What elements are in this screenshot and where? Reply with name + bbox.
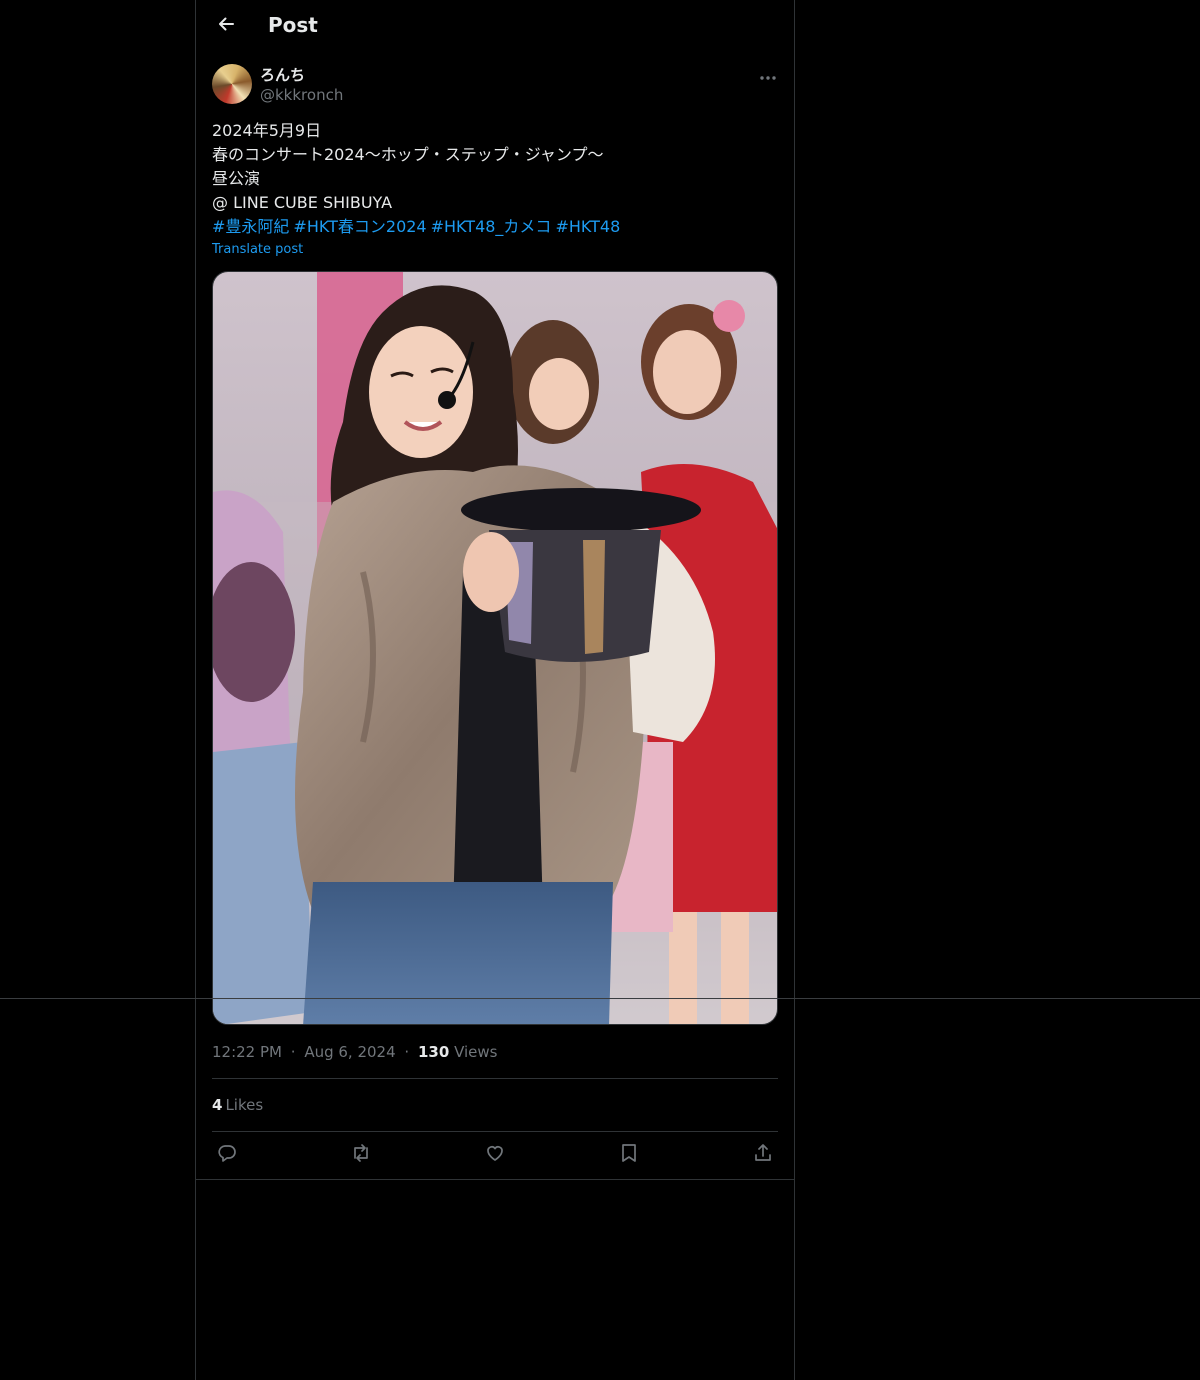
repost-button[interactable]: [346, 1140, 376, 1170]
author-handle[interactable]: @kkkronch: [260, 86, 343, 104]
reply-button[interactable]: [212, 1140, 242, 1170]
post-line-date: 2024年5月9日: [212, 121, 322, 140]
hashtag-list: #豊永阿紀 #HKT春コン2024 #HKT48_カメコ #HKT48: [212, 215, 778, 239]
bookmark-button[interactable]: [614, 1140, 644, 1170]
translate-post-link[interactable]: Translate post: [212, 242, 303, 257]
divider: [212, 1131, 778, 1132]
repost-icon: [350, 1143, 372, 1167]
meta-separator: ·: [290, 1043, 296, 1061]
likes-count: 4: [212, 1096, 223, 1114]
divider: [196, 1179, 794, 1180]
post-line-show: 昼公演: [212, 169, 261, 188]
divider: [212, 1078, 778, 1079]
divider: [0, 998, 1200, 999]
share-button[interactable]: [748, 1140, 778, 1170]
bookmark-icon: [620, 1143, 638, 1167]
page-title: Post: [268, 13, 318, 37]
post-photo[interactable]: [212, 271, 778, 1025]
post-text: 2024年5月9日 春のコンサート2024〜ホップ・ステップ・ジャンプ〜 昼公演…: [212, 119, 778, 239]
meta-separator: ·: [404, 1043, 410, 1061]
author-name[interactable]: ろんち: [260, 64, 305, 85]
views-label: Views: [454, 1043, 498, 1061]
hashtag-link[interactable]: #HKT春コン2024: [293, 217, 426, 236]
post-date[interactable]: Aug 6, 2024: [304, 1043, 395, 1061]
back-button[interactable]: [208, 8, 244, 44]
post-meta: 12:22 PM · Aug 6, 2024 · 130 Views: [212, 1043, 498, 1061]
views-count: 130: [417, 1043, 450, 1061]
hashtag-link[interactable]: #HKT48: [555, 217, 620, 236]
arrow-left-icon: [216, 14, 236, 38]
like-button[interactable]: [480, 1140, 510, 1170]
action-bar: [212, 1140, 778, 1170]
post-column: Post ろんち @kkkronch 2024年5月9日 春のコンサート2024…: [195, 0, 795, 1380]
post-header: Post: [196, 0, 794, 54]
post-line-concert: 春のコンサート2024〜ホップ・ステップ・ジャンプ〜: [212, 145, 604, 164]
more-dots-icon: [759, 66, 777, 85]
share-icon: [753, 1143, 773, 1167]
likes-summary[interactable]: 4 Likes: [212, 1096, 263, 1114]
hashtag-link[interactable]: #HKT48_カメコ: [431, 217, 552, 236]
avatar[interactable]: [212, 64, 252, 104]
hashtag-link[interactable]: #豊永阿紀: [212, 217, 289, 236]
post-time[interactable]: 12:22 PM: [212, 1043, 282, 1061]
reply-icon: [217, 1143, 237, 1167]
more-options-button[interactable]: [752, 64, 784, 86]
likes-label: Likes: [225, 1096, 264, 1114]
post-line-venue: @ LINE CUBE SHIBUYA: [212, 193, 393, 212]
like-icon: [485, 1143, 505, 1167]
